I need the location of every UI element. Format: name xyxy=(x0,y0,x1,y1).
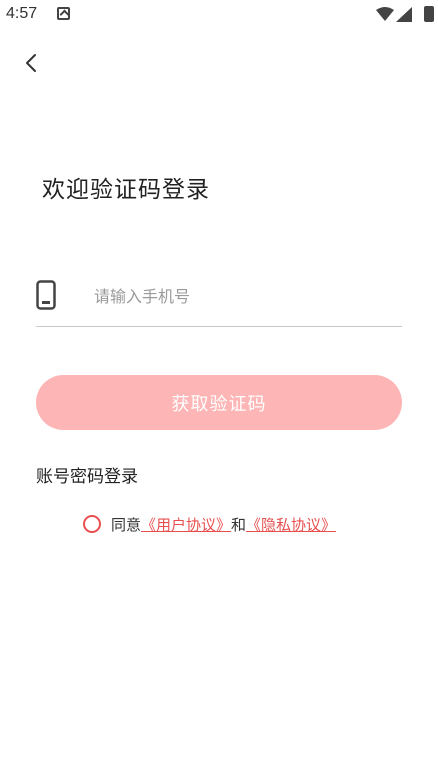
status-time: 4:57 xyxy=(6,5,38,22)
battery-icon xyxy=(424,6,434,22)
user-agreement-link[interactable]: 《用户协议》 xyxy=(141,514,231,535)
phone-input[interactable] xyxy=(92,280,396,312)
page-title: 欢迎验证码登录 xyxy=(42,177,210,203)
privacy-policy-link[interactable]: 《隐私协议》 xyxy=(246,514,336,535)
agree-conjunction-text: 和 xyxy=(231,515,247,534)
notification-a-icon xyxy=(57,7,70,20)
agreement-row: 同意 《用户协议》 和 《隐私协议》 xyxy=(83,512,336,536)
agree-prefix-text: 同意 xyxy=(111,515,142,534)
status-bar: 4:57 xyxy=(0,0,438,30)
phone-icon xyxy=(36,280,56,310)
agree-checkbox[interactable] xyxy=(83,515,101,533)
get-code-button[interactable]: 获取验证码 xyxy=(36,375,402,430)
chevron-left-icon xyxy=(26,54,36,72)
back-button[interactable] xyxy=(18,50,44,76)
phone-input-row xyxy=(36,270,402,327)
signal-icon xyxy=(396,7,412,22)
wifi-icon xyxy=(376,7,394,21)
password-login-link[interactable]: 账号密码登录 xyxy=(36,462,138,487)
